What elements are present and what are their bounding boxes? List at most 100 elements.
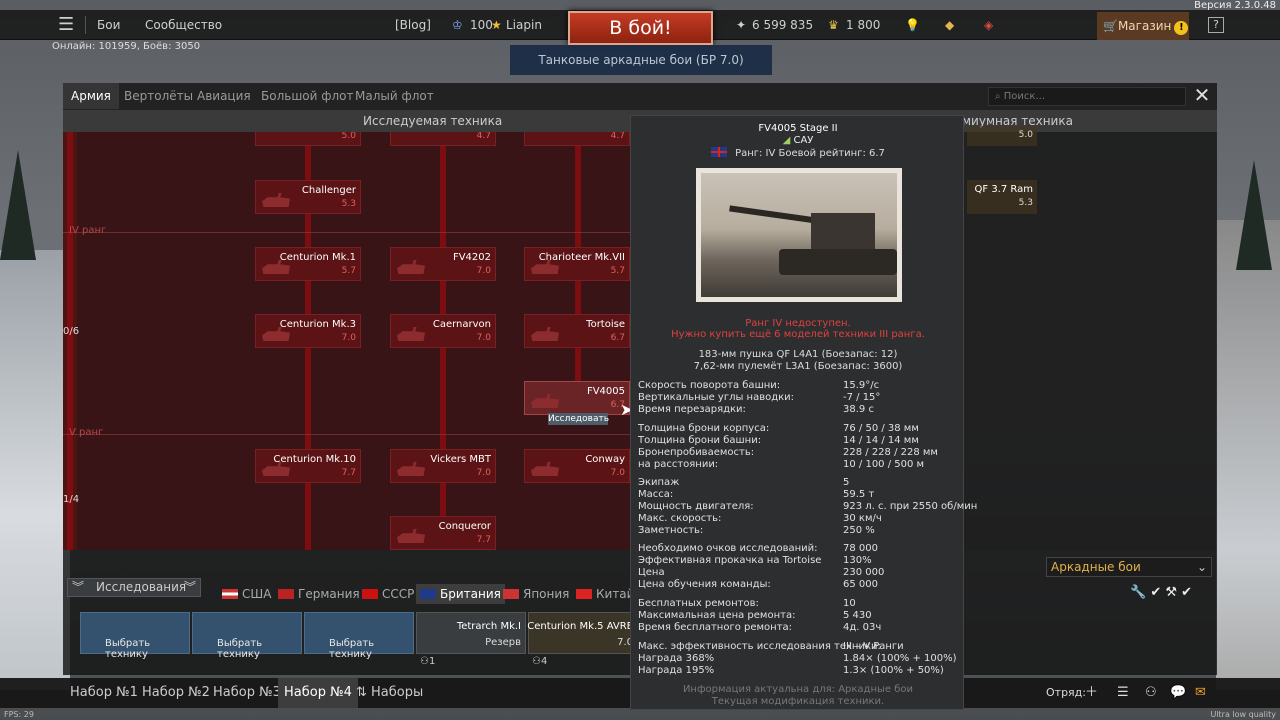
contacts-icon[interactable]: ⚇ [1145, 678, 1157, 708]
filter-tools: 🔧 ✔ ⚒ ✔ [1130, 585, 1192, 600]
gift-icon[interactable]: ◈ [984, 10, 993, 40]
tree-connector [67, 132, 73, 550]
close-icon[interactable]: ✕ [1192, 85, 1212, 106]
repair-icon[interactable]: ⚒ [1165, 585, 1177, 600]
nation-ussr[interactable]: СССР [362, 584, 414, 604]
wrench-icon[interactable]: 🔧 [1130, 585, 1146, 600]
preset-1[interactable]: Набор №1 [70, 678, 138, 708]
vehicle-card-charioteer[interactable]: Charioteer Mk.VII 5.7 [524, 247, 630, 281]
preset-4[interactable]: Набор №4 [278, 678, 358, 708]
hamburger-icon[interactable]: ☰ [58, 10, 74, 40]
game-mode-selector[interactable]: Танковые аркадные бои (БР 7.0) [510, 45, 772, 75]
stat-key: Максимальная цена ремонта: [638, 610, 796, 621]
vehicle-br: 7.7 [341, 468, 356, 478]
nation-japan[interactable]: Япония [503, 584, 569, 604]
vehicle-card-tortoise[interactable]: Tortoise 6.7 [524, 314, 630, 348]
nation-usa[interactable]: США [222, 584, 271, 604]
stat-value: 5 430 [843, 610, 872, 621]
research-button[interactable]: Исследовать [548, 413, 609, 425]
tab-aviation[interactable]: Авиация [197, 83, 251, 109]
to-battle-button[interactable]: В бой! [568, 11, 713, 45]
crew-slot-tetrarch[interactable]: Tetrarch Mk.I Резерв [416, 612, 526, 654]
vehicle-card-fv4005[interactable]: FV4005 6.7 [524, 381, 630, 415]
stat-value: 10 / 100 / 500 м [843, 459, 925, 470]
username[interactable]: Liapin [506, 10, 542, 40]
vehicle-card-caernarvon[interactable]: Caernarvon 7.0 [390, 314, 496, 348]
chevron-down-icon: ︾ [72, 580, 85, 594]
premium-icon[interactable]: ◆ [945, 10, 954, 40]
tab-helicopters[interactable]: Вертолёты [124, 83, 193, 109]
crew-slot-centurion-mk5[interactable]: Centurion Mk.5 AVRE 7.0 [527, 612, 638, 654]
tank-icon [397, 462, 425, 476]
vehicle-card[interactable]: 4.7 [390, 132, 496, 146]
stat-key: Бесплатных ремонтов: [638, 598, 759, 609]
empty-crew-slot[interactable]: Выбрать технику [192, 612, 302, 660]
vehicle-card-centurion-mk1[interactable]: Centurion Mk.1 5.7 [255, 247, 361, 281]
vehicle-br: 5.0 [1018, 130, 1033, 140]
shop-button[interactable]: 🛒Магазин! [1097, 12, 1189, 40]
crew-icon: ⚇ [420, 656, 429, 667]
battles-menu[interactable]: Бои [97, 10, 120, 40]
nation-china[interactable]: Китай [576, 584, 634, 604]
vehicle-card-centurion-mk10[interactable]: Centurion Mk.10 7.7 [255, 449, 361, 483]
stat-row: Скорость поворота башни: 15.9°/c [638, 380, 960, 392]
vehicle-name: Charioteer Mk.VII [538, 252, 625, 263]
lightbulb-icon[interactable]: 💡 [905, 10, 920, 40]
vehicle-card[interactable]: 4.7 [524, 132, 630, 146]
chevron-down-icon: ︾ [183, 580, 196, 594]
chevron-down-icon: ⌄ [1196, 560, 1207, 574]
empty-crew-slot[interactable]: Выбрать технику [304, 612, 414, 660]
nation-label: Китай [596, 587, 635, 601]
search-input[interactable]: ⌕ Поиск... [988, 87, 1186, 106]
vehicle-card-conway[interactable]: Conway 7.0 [524, 449, 630, 483]
rank-line: Ранг: IV Боевой рейтинг: 6.7 [631, 147, 965, 159]
vehicle-br: 7.0 [476, 468, 491, 478]
help-icon[interactable]: ? [1208, 17, 1224, 33]
rank-divider [63, 434, 630, 435]
blog-link[interactable]: [Blog] [395, 10, 431, 40]
vehicle-name: Tetrarch Mk.I [456, 621, 521, 632]
stat-key: Вертикальные углы наводки: [638, 392, 795, 403]
stat-value: 1.3× (100% + 50%) [843, 665, 944, 676]
stat-row: Масса: 59.5 т [638, 489, 960, 501]
community-menu[interactable]: Сообщество [145, 10, 222, 40]
stat-row: Время бесплатного ремонта: 4д. 03ч [638, 622, 960, 634]
vehicle-name: Centurion Mk.1 [279, 252, 356, 263]
premium-vehicle-card-qf37ram[interactable]: QF 3.7 Ram 5.3 [967, 180, 1037, 214]
vehicle-card-centurion-mk3[interactable]: Centurion Mk.3 7.0 [255, 314, 361, 348]
tab-bluewater-fleet[interactable]: Большой флот [261, 83, 354, 109]
chat-icon[interactable]: 💬 [1170, 678, 1186, 708]
vehicle-card-conqueror[interactable]: Conqueror 7.7 [390, 516, 496, 550]
stat-value: 5 [843, 477, 850, 488]
research-toggle[interactable]: ︾ Исследования ︾ [67, 578, 201, 597]
nation-germany[interactable]: Германия [278, 584, 360, 604]
check-icon[interactable]: ✔ [1181, 585, 1192, 600]
preset-3[interactable]: Набор №3 [213, 678, 281, 708]
presets-label: Наборы [371, 685, 424, 700]
empty-crew-slot[interactable]: Выбрать технику [80, 612, 190, 660]
vehicle-card-fv4202[interactable]: FV4202 7.0 [390, 247, 496, 281]
tab-army[interactable]: Армия [63, 83, 119, 109]
nation-britain[interactable]: Британия [416, 584, 505, 604]
nation-label: СССР [382, 587, 415, 601]
germany-flag-icon [278, 589, 294, 599]
arcade-mode-dropdown[interactable]: Аркадные бои ⌄ [1046, 557, 1212, 577]
check-icon[interactable]: ✔ [1150, 585, 1161, 600]
stat-key: Экипаж [638, 477, 680, 488]
vehicle-photo [696, 168, 902, 302]
premium-vehicle-card[interactable]: 5.0 [967, 126, 1037, 146]
mail-icon[interactable]: ✉ [1195, 678, 1206, 708]
stat-key: Толщина брони корпуса: [638, 423, 770, 434]
vehicle-card-vickers-mbt[interactable]: Vickers MBT 7.0 [390, 449, 496, 483]
divider [85, 16, 86, 34]
list-icon[interactable]: ☰ [1117, 678, 1129, 708]
stat-key: Толщина брони башни: [638, 435, 762, 446]
vehicle-card-challenger[interactable]: Challenger 5.3 [255, 180, 361, 214]
presets-menu[interactable]: ⇅ Наборы [356, 678, 423, 708]
add-squad-icon[interactable]: ＋ [1085, 678, 1098, 708]
preset-2[interactable]: Набор №2 [142, 678, 210, 708]
vehicle-card[interactable]: 5.0 [255, 132, 361, 146]
vehicle-br: 5.3 [1018, 198, 1033, 208]
tab-coastal-fleet[interactable]: Малый флот [355, 83, 434, 109]
stat-row: на расстоянии: 10 / 100 / 500 м [638, 459, 960, 471]
